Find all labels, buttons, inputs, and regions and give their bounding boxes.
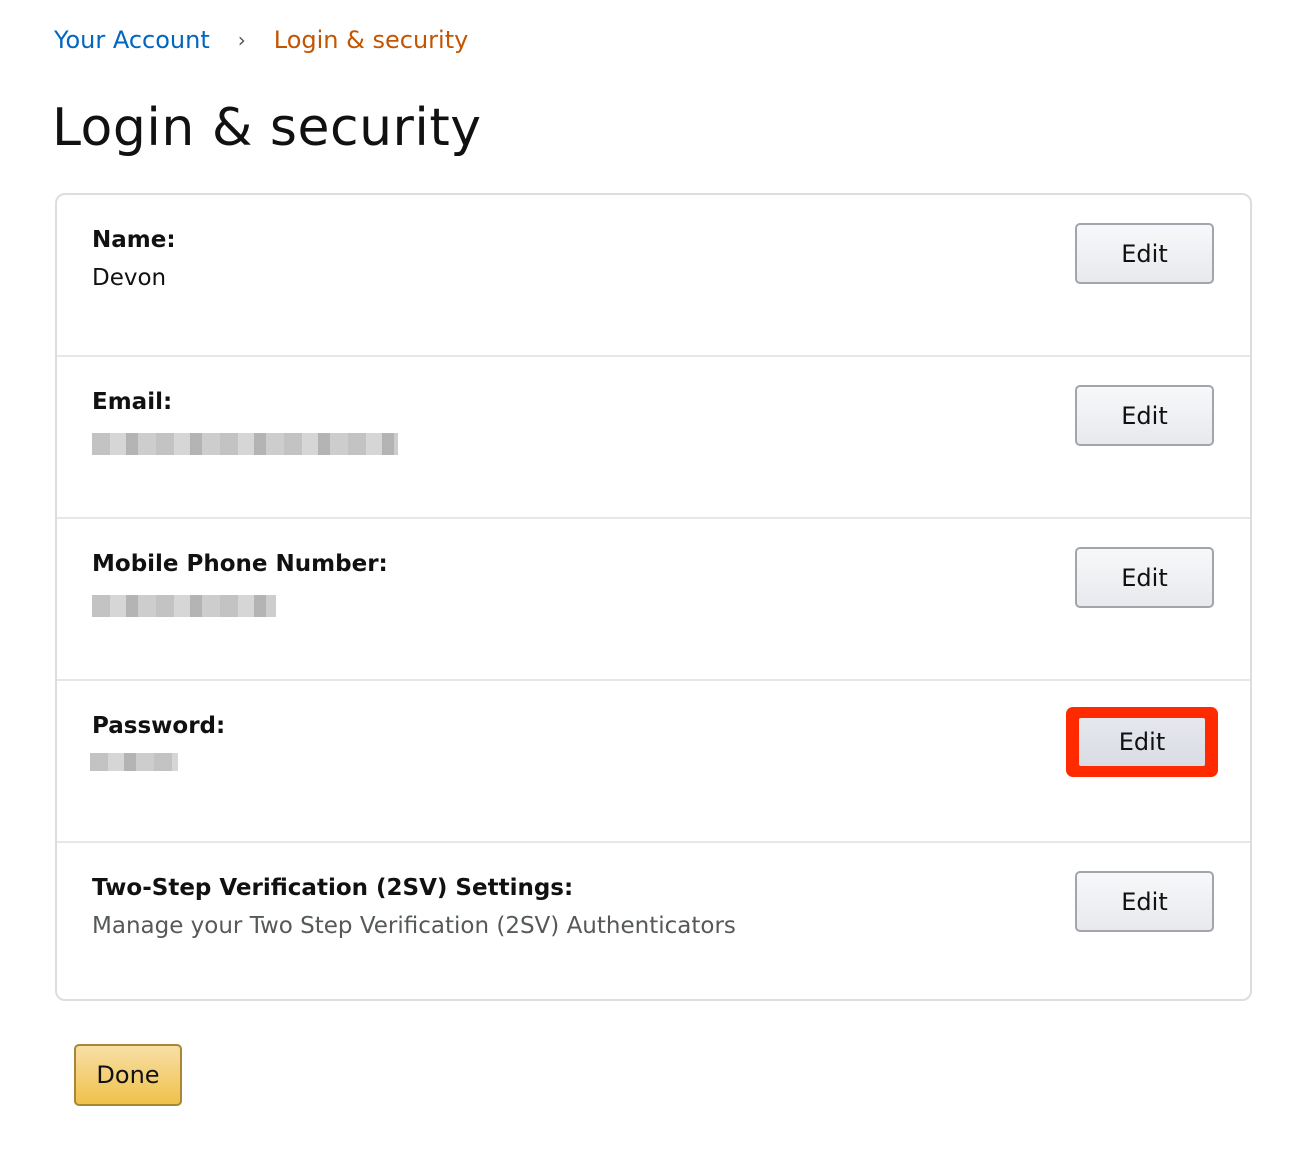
edit-two-step-verification-button[interactable]: Edit (1075, 871, 1214, 932)
mobile-phone-section: Mobile Phone Number: Edit (57, 519, 1250, 681)
highlight-annotation-box: Edit (1066, 707, 1218, 777)
login-security-card: Name: Devon Edit Email: Edit Mobile Phon… (55, 193, 1252, 1001)
name-label: Name: (92, 227, 176, 253)
breadcrumb-separator-icon: › (237, 28, 246, 52)
done-button[interactable]: Done (74, 1044, 182, 1106)
breadcrumb: Your Account › Login & security (54, 26, 468, 54)
mobile-phone-label: Mobile Phone Number: (92, 551, 388, 577)
two-step-verification-label: Two-Step Verification (2SV) Settings: (92, 875, 574, 901)
email-value-redacted (92, 433, 398, 455)
password-label: Password: (92, 713, 226, 739)
name-section: Name: Devon Edit (57, 195, 1250, 357)
password-value-redacted (90, 753, 178, 771)
breadcrumb-login-security-link[interactable]: Login & security (274, 26, 469, 54)
edit-password-button[interactable]: Edit (1079, 718, 1205, 766)
edit-mobile-phone-button[interactable]: Edit (1075, 547, 1214, 608)
email-label: Email: (92, 389, 173, 415)
name-value: Devon (92, 265, 167, 291)
breadcrumb-your-account-link[interactable]: Your Account (54, 26, 210, 54)
two-step-verification-section: Two-Step Verification (2SV) Settings: Ma… (57, 843, 1250, 1005)
password-section: Password: Edit (57, 681, 1250, 843)
mobile-phone-value-redacted (92, 595, 276, 617)
edit-name-button[interactable]: Edit (1075, 223, 1214, 284)
edit-email-button[interactable]: Edit (1075, 385, 1214, 446)
page-title: Login & security (52, 98, 482, 158)
two-step-verification-description: Manage your Two Step Verification (2SV) … (92, 913, 736, 939)
email-section: Email: Edit (57, 357, 1250, 519)
